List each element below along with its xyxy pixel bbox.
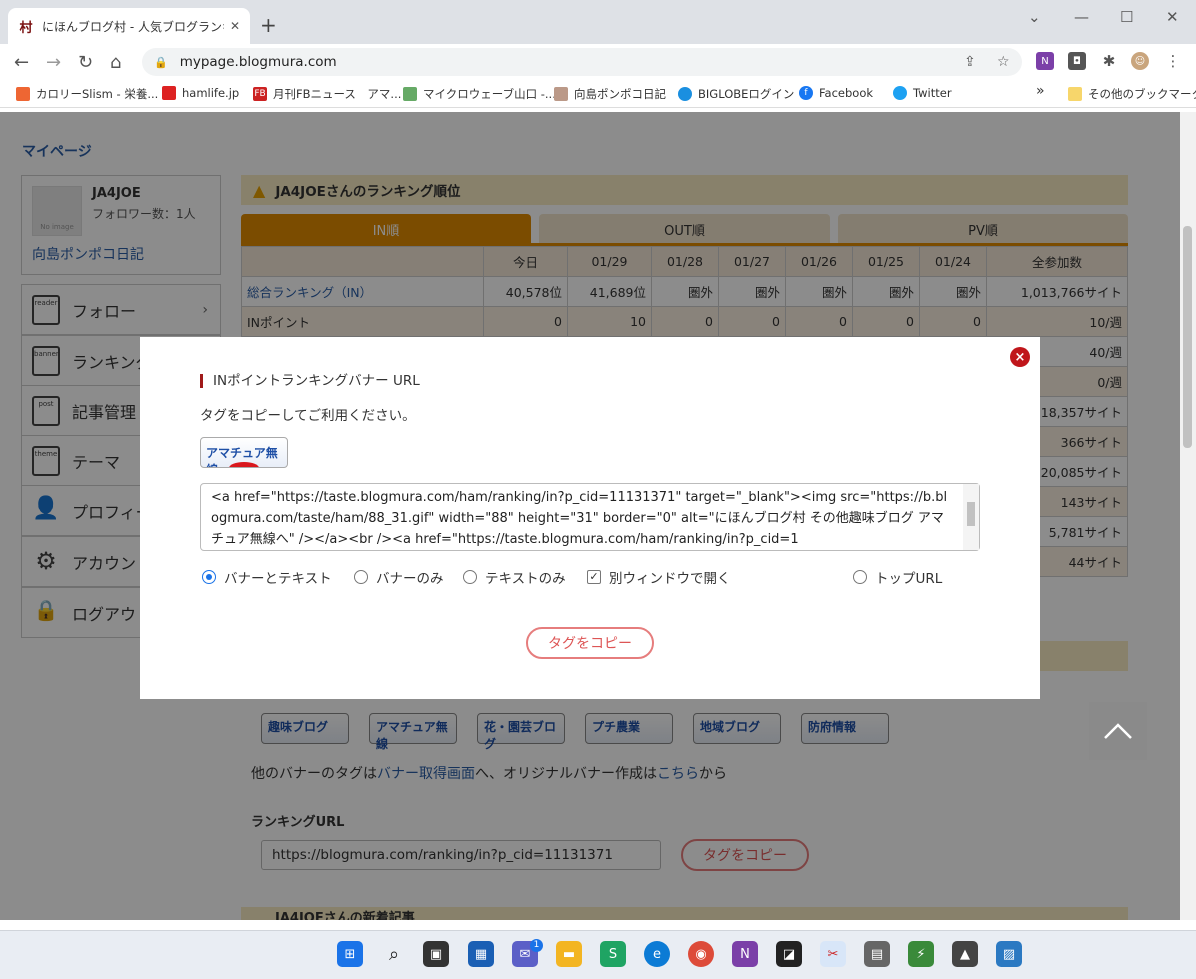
textarea-scrollbar[interactable] [963, 484, 979, 550]
biglobe-icon [678, 87, 692, 101]
close-window-icon[interactable]: ✕ [1166, 8, 1179, 26]
maximize-icon[interactable]: ☐ [1120, 8, 1133, 26]
bookmarks-bar: カロリーSlism - 栄養... hamlife.jp FB 月刊FBニュース … [0, 80, 1196, 108]
search-icon[interactable]: ⌕ [381, 941, 407, 967]
photos-icon[interactable]: ▨ [996, 941, 1022, 967]
lock-icon: 🔒 [154, 55, 168, 69]
fb-news-icon: FB [253, 87, 267, 101]
option-top-url[interactable]: トップURL [853, 567, 942, 587]
back-icon[interactable]: ← [14, 52, 29, 73]
radio[interactable] [354, 570, 368, 584]
radio[interactable] [463, 570, 477, 584]
bookmark-item[interactable]: FB 月刊FBニュース アマ... [253, 86, 401, 102]
antenna-app-icon[interactable]: ⚡ [908, 941, 934, 967]
copy-tag-button[interactable]: タグをコピー [526, 627, 654, 659]
profile-avatar-icon[interactable]: ☺ [1131, 52, 1149, 70]
share-icon[interactable]: ⇪ [964, 54, 976, 70]
chrome-browser-icon[interactable]: ◉ [688, 941, 714, 967]
hamlife-icon [162, 86, 176, 100]
browser-chrome: 村 にほんブログ村 - 人気ブログランキング ✕ + ⌄ — ☐ ✕ ← → ↻… [0, 0, 1196, 112]
banner-red-mark [229, 462, 259, 467]
modal-description: タグをコピーしてご利用ください。 [200, 408, 416, 424]
option-banner-and-text[interactable]: バナーとテキスト [202, 567, 332, 587]
snipping-tool-icon[interactable]: ✂ [820, 941, 846, 967]
option-new-window[interactable]: ✓ 別ウィンドウで開く [587, 567, 731, 587]
tag-code-textarea[interactable]: <a href="https://taste.blogmura.com/ham/… [200, 483, 980, 551]
option-text-only[interactable]: テキストのみ [463, 567, 566, 587]
onenote-icon[interactable]: N [732, 941, 758, 967]
page-scrollbar-thumb[interactable] [1183, 226, 1192, 448]
extension-icon[interactable]: ◘ [1068, 52, 1086, 70]
address-bar[interactable]: 🔒 mypage.blogmura.com ⇪ ☆ [142, 48, 1022, 76]
radio[interactable] [853, 570, 867, 584]
tab-strip: 村 にほんブログ村 - 人気ブログランキング ✕ + ⌄ — ☐ ✕ [0, 0, 1196, 44]
browser-tab[interactable]: 村 にほんブログ村 - 人気ブログランキング ✕ [8, 8, 250, 44]
close-icon[interactable]: × [1010, 347, 1030, 367]
microwave-icon [403, 87, 417, 101]
tab-title: にほんブログ村 - 人気ブログランキング [42, 19, 224, 34]
folder-icon [1068, 87, 1082, 101]
bookmark-item[interactable]: カロリーSlism - 栄養... [16, 86, 158, 102]
url-text: mypage.blogmura.com [179, 54, 337, 70]
windows-start-icon[interactable]: ⊞ [337, 941, 363, 967]
tab-search-icon[interactable]: ⌄ [1028, 8, 1041, 26]
calculator-icon[interactable]: ▤ [864, 941, 890, 967]
forward-icon[interactable]: → [46, 52, 61, 73]
checkbox-checked[interactable]: ✓ [587, 570, 601, 584]
reload-icon[interactable]: ↻ [78, 52, 93, 73]
new-tab-icon[interactable]: + [260, 13, 277, 37]
extensions-puzzle-icon[interactable]: ✱ [1100, 52, 1118, 70]
bookmarks-overflow-icon[interactable]: » [1036, 83, 1045, 99]
shuttle-app-icon[interactable]: ▲ [952, 941, 978, 967]
onenote-extension-icon[interactable]: N [1036, 52, 1054, 70]
sticky-notes-icon[interactable]: ◪ [776, 941, 802, 967]
home-icon[interactable]: ⌂ [110, 52, 121, 73]
twitter-icon [893, 86, 907, 100]
radio-selected[interactable] [202, 570, 216, 584]
banner-preview: アマチュア無線 [200, 437, 288, 468]
modal-title: INポイントランキングバナー URL [200, 374, 420, 388]
pompoko-icon [554, 87, 568, 101]
minimize-icon[interactable]: — [1074, 8, 1089, 26]
close-tab-icon[interactable]: ✕ [230, 19, 240, 33]
bookmark-item[interactable]: hamlife.jp [162, 86, 239, 100]
bookmark-star-icon[interactable]: ☆ [997, 54, 1010, 70]
menu-kebab-icon[interactable]: ⋮ [1164, 52, 1182, 70]
bookmark-item[interactable]: マイクロウェーブ山口 -... [403, 86, 556, 102]
task-view-icon[interactable]: ▣ [423, 941, 449, 967]
slism-icon [16, 87, 30, 101]
sheets-app-icon[interactable]: S [600, 941, 626, 967]
other-bookmarks-folder[interactable]: その他のブックマーク [1068, 86, 1196, 102]
notification-badge: 1 [530, 939, 543, 952]
file-explorer-icon[interactable]: ▬ [556, 941, 582, 967]
bookmark-item[interactable]: f Facebook [799, 86, 873, 100]
banner-url-modal: × INポイントランキングバナー URL タグをコピーしてご利用ください。 アマ… [140, 337, 1040, 699]
option-banner-only[interactable]: バナーのみ [354, 567, 444, 587]
bookmark-item[interactable]: Twitter [893, 86, 952, 100]
bookmark-item[interactable]: BIGLOBEログイン [678, 86, 794, 102]
edge-browser-icon[interactable]: e [644, 941, 670, 967]
facebook-icon: f [799, 86, 813, 100]
chevron-up-icon [1104, 723, 1132, 739]
bookmark-item[interactable]: 向島ポンポコ日記 [554, 86, 666, 102]
widgets-icon[interactable]: ▦ [468, 941, 494, 967]
scroll-to-top-button[interactable] [1089, 702, 1147, 760]
blogmura-favicon-icon: 村 [19, 20, 33, 36]
textarea-scroll-thumb[interactable] [967, 502, 975, 526]
